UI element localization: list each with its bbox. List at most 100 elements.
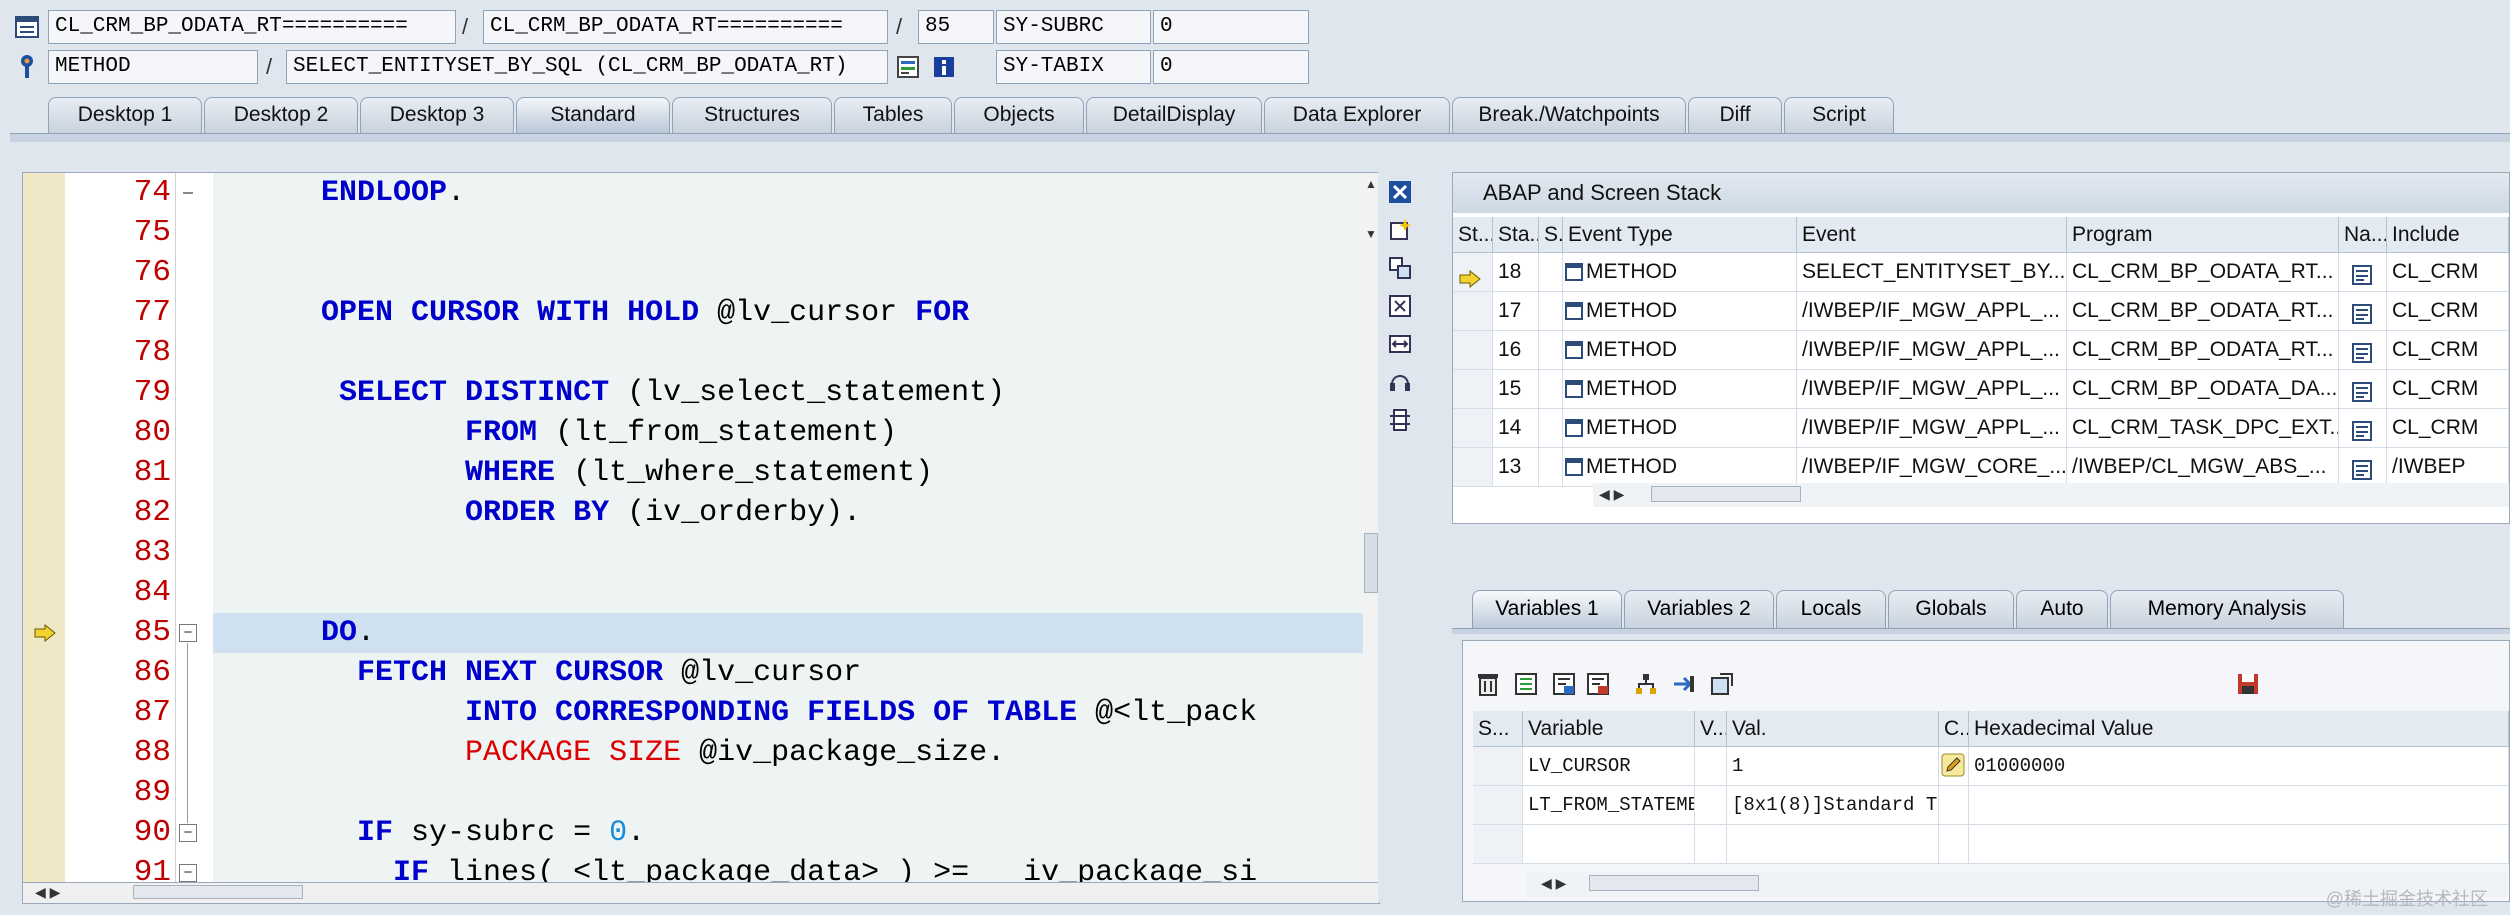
stack-cell[interactable]: CL_CRM (2387, 409, 2509, 448)
var-col-s[interactable]: S... (1473, 711, 1523, 747)
line-number-field[interactable]: 85 (918, 10, 994, 44)
var-row-selector[interactable] (1473, 747, 1523, 786)
navigate-source-icon[interactable] (2351, 417, 2373, 447)
replace-tool-icon[interactable] (1386, 254, 1414, 282)
stack-row-status-cell[interactable] (1453, 292, 1493, 331)
scroll-arrows-icon[interactable]: ◀ ▶ (1541, 871, 1566, 895)
stack-cell[interactable]: 18 (1493, 253, 1539, 292)
stack-row-status-cell[interactable] (1453, 331, 1493, 370)
tab-objects[interactable]: Objects (954, 97, 1084, 133)
list-icon[interactable] (1511, 669, 1541, 699)
tab-diff[interactable]: Diff (1688, 97, 1782, 133)
code-area[interactable]: ENDLOOP. OPEN CURSOR WITH HOLD @lv_curso… (213, 173, 1379, 883)
code-line[interactable]: DO. (213, 613, 375, 653)
stack-cell[interactable]: METHOD (1563, 292, 1797, 331)
stack-cell[interactable]: /IWBEP/IF_MGW_APPL_... (1797, 409, 2067, 448)
main-program-field[interactable]: CL_CRM_BP_ODATA_RT========== (48, 10, 456, 44)
tab-desktop-1[interactable]: Desktop 1 (48, 97, 202, 133)
tab-globals[interactable]: Globals (1888, 590, 2014, 628)
tab-variables-1[interactable]: Variables 1 (1472, 590, 1622, 628)
stack-cell[interactable]: CL_CRM_BP_ODATA_RT... (2067, 253, 2339, 292)
stack-cell[interactable]: METHOD (1563, 370, 1797, 409)
stack-cell[interactable]: METHOD (1563, 448, 1797, 487)
stack-col-s[interactable]: S... (1539, 217, 1563, 253)
scroll-left-arrow-icon[interactable]: ◀ ▶ (35, 883, 60, 901)
stack-col-event-type[interactable]: Event Type (1563, 217, 1797, 253)
stack-cell[interactable]: CL_CRM_BP_ODATA_RT... (2067, 331, 2339, 370)
stack-col-include[interactable]: Include (2387, 217, 2509, 253)
edit-pencil-icon[interactable] (1941, 753, 1965, 785)
stack-cell[interactable]: CL_CRM (2387, 331, 2509, 370)
stack-cell[interactable]: CL_CRM_TASK_DPC_EXT... (2067, 409, 2339, 448)
var-cell[interactable] (1969, 786, 2509, 825)
swap-icon[interactable] (1386, 330, 1414, 358)
var-col-value[interactable]: Val. (1727, 711, 1939, 747)
services-icon[interactable] (1386, 368, 1414, 396)
var-cell[interactable] (1939, 825, 1969, 864)
tab-desktop-3[interactable]: Desktop 3 (360, 97, 514, 133)
stack-cell[interactable] (2339, 292, 2387, 331)
fold-toggle[interactable]: − (179, 824, 197, 842)
fold-toggle[interactable]: − (179, 864, 197, 882)
close-icon[interactable] (1386, 178, 1414, 206)
stack-col-status[interactable]: St... (1453, 217, 1493, 253)
stack-col-event[interactable]: Event (1797, 217, 2067, 253)
include-field[interactable]: CL_CRM_BP_ODATA_RT========== (483, 10, 888, 44)
stack-cell[interactable]: CL_CRM_BP_ODATA_DA... (2067, 370, 2339, 409)
stack-cell[interactable]: SELECT_ENTITYSET_BY... (1797, 253, 2067, 292)
save-icon[interactable] (2233, 669, 2263, 699)
detail-icon[interactable] (1707, 669, 1737, 699)
stack-col-navigate[interactable]: Na... (2339, 217, 2387, 253)
var-cell[interactable] (1969, 825, 2509, 864)
tab-locals[interactable]: Locals (1776, 590, 1886, 628)
stack-cell[interactable]: /IWBEP/CL_MGW_ABS_... (2067, 448, 2339, 487)
var-col-variable[interactable]: Variable (1523, 711, 1695, 747)
stack-cell[interactable]: 15 (1493, 370, 1539, 409)
scroll-up-arrow-icon[interactable]: ▲ (1363, 177, 1379, 193)
navigate-source-icon[interactable] (2351, 261, 2373, 291)
stack-col-level[interactable]: Sta... (1493, 217, 1539, 253)
info-icon[interactable] (928, 52, 960, 82)
stack-cell[interactable]: CL_CRM_BP_ODATA_RT... (2067, 292, 2339, 331)
var-input-cell[interactable]: LT_FROM_STATEMENT (1523, 786, 1695, 825)
stack-col-program[interactable]: Program (2067, 217, 2339, 253)
code-line[interactable]: ORDER BY (iv_orderby). (213, 493, 861, 533)
stack-cell[interactable] (2339, 331, 2387, 370)
stack-cell[interactable]: /IWBEP (2387, 448, 2509, 487)
stack-row-status-cell[interactable] (1453, 370, 1493, 409)
editor-horizontal-scrollbar[interactable]: ◀ ▶ (22, 882, 1380, 904)
stack-cell[interactable]: METHOD (1563, 331, 1797, 370)
var-row-selector[interactable] (1473, 825, 1523, 864)
var-cell[interactable]: 01000000 (1969, 747, 2509, 786)
stack-horizontal-scrollbar[interactable]: ◀ ▶ (1593, 483, 2509, 507)
code-line[interactable]: WHERE (lt_where_statement) (213, 453, 933, 493)
tab-script[interactable]: Script (1784, 97, 1894, 133)
var-input-cell[interactable]: LV_CURSOR (1523, 747, 1695, 786)
scroll-arrows-icon[interactable]: ◀ ▶ (1599, 483, 1624, 505)
navigate-source-icon[interactable] (2351, 300, 2373, 330)
save-list-icon[interactable] (1583, 669, 1613, 699)
stack-cell[interactable]: /IWBEP/IF_MGW_APPL_... (1797, 292, 2067, 331)
stack-cell[interactable] (2339, 370, 2387, 409)
var-col-change[interactable]: C... (1939, 711, 1969, 747)
stack-cell[interactable]: 14 (1493, 409, 1539, 448)
stack-row-status-cell[interactable] (1453, 448, 1493, 487)
stack-cell[interactable]: METHOD (1563, 409, 1797, 448)
import-icon[interactable] (1549, 669, 1579, 699)
navigate-source-icon[interactable] (2351, 378, 2373, 408)
var-cell[interactable] (1695, 825, 1727, 864)
new-tool-icon[interactable] (1386, 216, 1414, 244)
var-input-cell[interactable] (1523, 825, 1695, 864)
scroll-thumb[interactable] (1651, 486, 1801, 502)
tab-auto[interactable]: Auto (2016, 590, 2108, 628)
var-row-selector[interactable] (1473, 786, 1523, 825)
stack-row-status-cell[interactable] (1453, 253, 1493, 292)
scroll-down-arrow-icon[interactable]: ▼ (1363, 227, 1379, 243)
scroll-thumb[interactable] (133, 885, 303, 899)
stack-cell[interactable] (1539, 370, 1563, 409)
code-line[interactable]: SELECT DISTINCT (lv_select_statement) (213, 373, 1005, 413)
code-line[interactable]: FETCH NEXT CURSOR @lv_cursor (213, 653, 861, 693)
stack-cell[interactable]: 16 (1493, 331, 1539, 370)
code-line[interactable]: INTO CORRESPONDING FIELDS OF TABLE @<lt_… (213, 693, 1257, 733)
var-cell[interactable] (1939, 747, 1969, 786)
